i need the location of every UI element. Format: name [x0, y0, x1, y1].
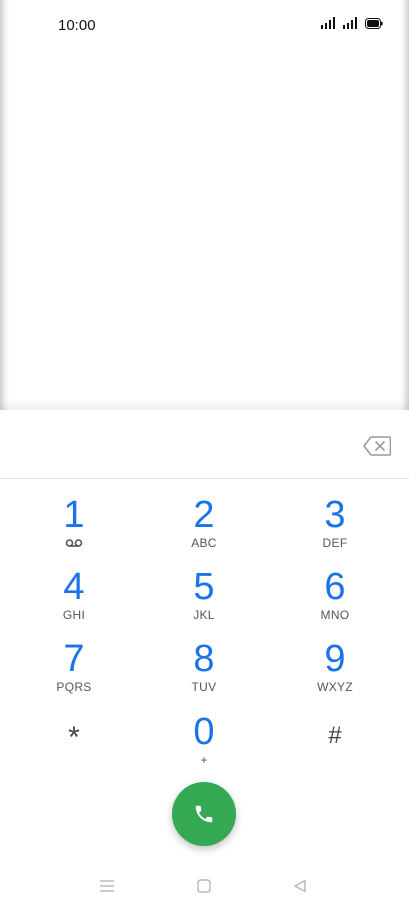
key-digit: 3: [324, 494, 346, 536]
phone-icon: [195, 805, 213, 823]
key-letters: GHI: [62, 608, 86, 622]
number-display[interactable]: [0, 410, 409, 479]
call-button[interactable]: [172, 782, 236, 846]
dialpad-key-1[interactable]: 1: [19, 495, 129, 559]
key-letters: DEF: [322, 536, 348, 550]
key-letters: TUV: [191, 680, 217, 694]
key-digit: 9: [324, 638, 346, 680]
backspace-icon[interactable]: [363, 436, 391, 456]
key-digit: 8: [193, 638, 215, 680]
status-bar: 10:00: [0, 0, 409, 50]
key-digit: *: [68, 721, 80, 754]
key-digit: 0: [193, 711, 215, 753]
dialpad-key-2[interactable]: 2 ABC: [149, 495, 259, 559]
menu-button[interactable]: [97, 876, 117, 896]
battery-icon: [365, 17, 383, 29]
key-letters: PQRS: [56, 680, 92, 694]
key-digit: #: [328, 722, 342, 749]
home-button[interactable]: [194, 876, 214, 896]
key-digit: 1: [63, 494, 85, 536]
status-time: 10:00: [58, 17, 96, 34]
dialpad-key-9[interactable]: 9 WXYZ: [280, 639, 390, 703]
dialpad-key-7[interactable]: 7 PQRS: [19, 639, 129, 703]
dialpad-key-4[interactable]: 4 GHI: [19, 567, 129, 631]
voicemail-icon: [65, 539, 83, 547]
key-letters: +: [200, 753, 208, 767]
key-digit: 6: [324, 566, 346, 608]
menu-icon: [100, 880, 114, 892]
status-icons: [321, 17, 383, 29]
system-nav-bar: [0, 868, 409, 904]
back-button[interactable]: [290, 876, 310, 896]
dialpad-key-5[interactable]: 5 JKL: [149, 567, 259, 631]
key-digit: 4: [63, 566, 85, 608]
dialpad-key-hash[interactable]: #: [280, 714, 390, 778]
dialpad-key-3[interactable]: 3 DEF: [280, 495, 390, 559]
key-digit: 2: [193, 494, 215, 536]
dialpad-key-star[interactable]: *: [19, 716, 129, 780]
key-letters: JKL: [193, 608, 215, 622]
key-letters: MNO: [320, 608, 350, 622]
back-icon: [294, 879, 306, 893]
key-letters: ABC: [191, 536, 217, 550]
signal-icon: [321, 17, 335, 29]
dialpad-key-8[interactable]: 8 TUV: [149, 639, 259, 703]
dialpad-key-6[interactable]: 6 MNO: [280, 567, 390, 631]
key-digit: 7: [63, 638, 85, 680]
signal-icon: [343, 17, 357, 29]
home-icon: [197, 879, 211, 893]
key-digit: 5: [193, 566, 215, 608]
dialpad-key-0[interactable]: 0 +: [149, 712, 259, 776]
key-letters: WXYZ: [317, 680, 353, 694]
